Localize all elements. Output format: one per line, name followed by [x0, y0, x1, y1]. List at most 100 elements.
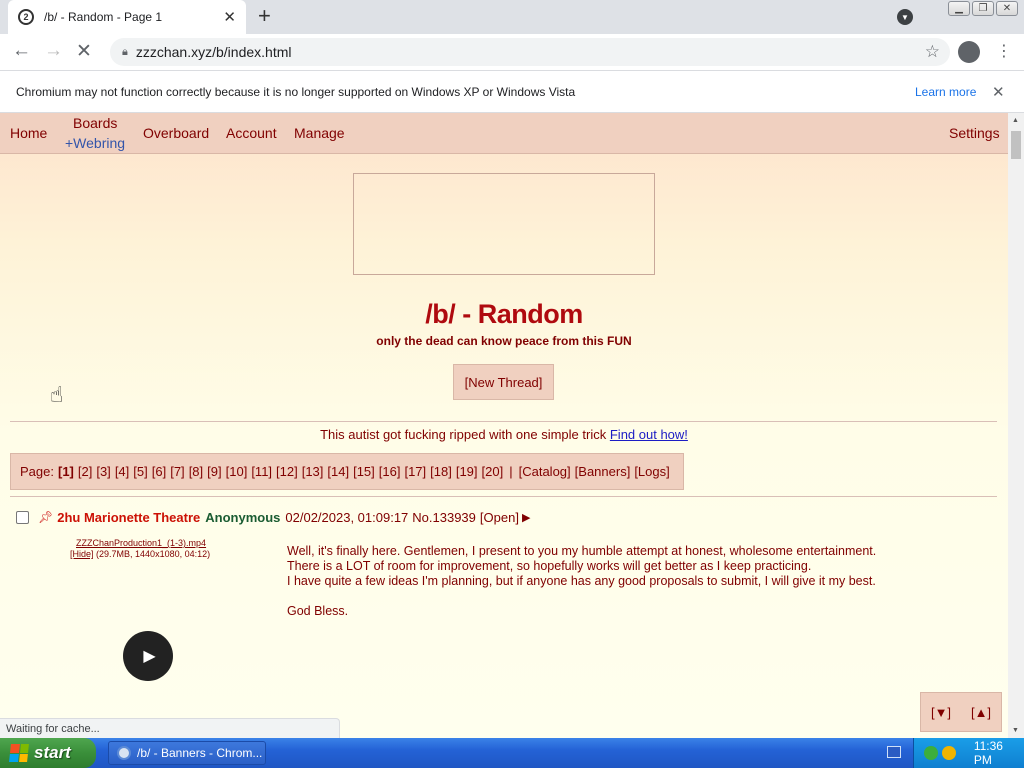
page-link[interactable]: [2]	[78, 464, 92, 479]
scroll-up-arrow-icon[interactable]: ▲	[1012, 117, 1019, 124]
page-link[interactable]: [15]	[353, 464, 375, 479]
taskbar-window-title: /b/ - Banners - Chrom...	[137, 746, 263, 760]
start-label: start	[34, 743, 71, 762]
catalog-link[interactable]: [Catalog]	[519, 464, 571, 479]
learn-more-link[interactable]: Learn more	[915, 85, 976, 99]
nav-overboard[interactable]: Overboard	[143, 125, 209, 141]
browser-menu-icon[interactable]: ⋮	[996, 41, 1012, 61]
post-line-break	[287, 589, 876, 604]
infobar-close-icon[interactable]: ✕	[992, 83, 1005, 101]
page-link[interactable]: [18]	[430, 464, 452, 479]
new-tab-icon[interactable]: +	[258, 5, 271, 27]
divider	[10, 421, 997, 422]
page-links: [1] [2] [3] [4] [5] [6] [7] [8] [9] [10] [11] [12] […	[58, 464, 507, 479]
lock-icon[interactable]: 🔒︎	[122, 46, 128, 59]
pagination-separator: |	[509, 464, 513, 479]
browser-toolbar: ← → ✕ 🔒︎ zzzchan.xyz/b/index.html ☆ ⋮	[0, 34, 1024, 71]
nav-manage[interactable]: Manage	[294, 125, 345, 141]
thread-header: 📌︎ 2hu Marionette Theatre Anonymous 02/0…	[16, 509, 530, 525]
page-link[interactable]: [9]	[207, 464, 221, 479]
post-line: God Bless.	[287, 604, 349, 618]
page-link[interactable]: [17]	[404, 464, 426, 479]
scroll-up-button[interactable]: [▲]	[971, 705, 991, 720]
page-link[interactable]: [5]	[133, 464, 147, 479]
window-controls: ▁ ❐ ✕	[948, 1, 1018, 16]
board-banner[interactable]	[353, 173, 655, 275]
page-link[interactable]: [6]	[152, 464, 166, 479]
tab-search-icon[interactable]: ▼	[897, 9, 913, 25]
pagination: Page: [1] [2] [3] [4] [5] [6] [7] [8] [9] [10] [11…	[10, 453, 684, 490]
tab-strip: 2 /b/ - Random - Page 1 ✕ + ▼ ▁ ❐ ✕	[0, 0, 1024, 34]
new-thread-button[interactable]: [New Thread]	[453, 364, 554, 400]
scrollbar-thumb[interactable]	[1011, 131, 1021, 159]
board-title: /b/ - Random	[425, 299, 583, 329]
announcement-text: This autist got fucking ripped with one …	[320, 427, 607, 442]
search-icon[interactable]	[941, 746, 956, 760]
page-link[interactable]: [1]	[58, 464, 74, 479]
page-scrollbar[interactable]: ▲ ▼	[1008, 113, 1024, 738]
divider	[10, 496, 997, 497]
video-play-button[interactable]: ▶	[123, 631, 173, 681]
page-link[interactable]: [8]	[189, 464, 203, 479]
network-icon[interactable]	[924, 746, 938, 760]
post-date: 02/02/2023, 01:09:17	[285, 509, 409, 525]
nav-account[interactable]: Account	[226, 125, 277, 141]
thread-subject: 2hu Marionette Theatre	[57, 509, 201, 525]
page-link[interactable]: [16]	[379, 464, 401, 479]
nav-home[interactable]: Home	[10, 125, 47, 141]
pagination-label: Page:	[20, 464, 54, 479]
site-nav: Home Boards +Webring Overboard Account M…	[0, 113, 1008, 154]
pin-icon: 📌︎	[38, 510, 54, 524]
announcement-link[interactable]: Find out how!	[610, 427, 688, 442]
minimize-icon[interactable]: ▁	[948, 1, 970, 16]
windows-logo-icon	[9, 744, 29, 762]
keyboard-icon[interactable]	[887, 746, 901, 758]
forward-icon[interactable]: →	[44, 40, 63, 62]
logs-link[interactable]: [Logs]	[634, 464, 669, 479]
nav-settings[interactable]: Settings	[949, 125, 1000, 141]
poster-name: Anonymous	[205, 509, 281, 525]
taskbar-window-button[interactable]: /b/ - Banners - Chrom...	[108, 741, 266, 765]
board-subtitle: only the dead can know peace from this F…	[376, 334, 632, 348]
scroll-down-arrow-icon[interactable]: ▼	[1012, 727, 1019, 734]
post-number[interactable]: No.133939	[412, 510, 476, 525]
scroll-nav: [▼] [▲]	[920, 692, 1002, 732]
page-link[interactable]: [4]	[115, 464, 129, 479]
window-close-icon[interactable]: ✕	[996, 1, 1018, 16]
page-link[interactable]: [11]	[251, 464, 272, 479]
post-select-checkbox[interactable]	[16, 510, 29, 524]
page-link[interactable]: [7]	[170, 464, 184, 479]
browser-tab[interactable]: 2 /b/ - Random - Page 1 ✕	[8, 0, 246, 34]
url-text: zzzchan.xyz/b/index.html	[135, 44, 292, 60]
back-icon[interactable]: ←	[12, 40, 31, 62]
start-button[interactable]: start	[0, 738, 96, 768]
tab-close-icon[interactable]: ✕	[223, 8, 236, 26]
page-link[interactable]: [3]	[96, 464, 110, 479]
page-link[interactable]: [13]	[302, 464, 324, 479]
post-line: I have quite a few ideas I'm planning, b…	[287, 574, 876, 588]
page-link[interactable]: [10]	[226, 464, 248, 479]
profile-avatar-icon[interactable]	[958, 41, 980, 63]
clock: 11:36 PM	[973, 739, 1003, 767]
system-tray: 11:36 PM	[913, 738, 1024, 768]
nav-boards[interactable]: Boards	[73, 115, 117, 131]
page-link[interactable]: [14]	[327, 464, 349, 479]
post-menu-icon[interactable]: ▶	[522, 511, 530, 524]
stop-loading-icon[interactable]: ✕	[76, 40, 92, 63]
scroll-down-button[interactable]: [▼]	[931, 705, 951, 720]
post-line: Well, it's finally here. Gentlemen, I pr…	[287, 544, 877, 558]
page-link[interactable]: [20]	[482, 464, 504, 479]
page-link[interactable]: [19]	[456, 464, 478, 479]
restore-icon[interactable]: ❐	[972, 1, 994, 16]
bookmark-star-icon[interactable]: ☆	[925, 42, 940, 62]
banners-link[interactable]: [Banners]	[575, 464, 631, 479]
file-info: ZZZChanProduction1_(1-3).mp4 [Hide] (29.…	[70, 538, 210, 560]
open-thread-link[interactable]: [Open]	[480, 510, 519, 525]
announcement: This autist got fucking ripped with one …	[0, 427, 1008, 442]
file-name-link[interactable]: ZZZChanProduction1_(1-3).mp4	[70, 538, 210, 549]
nav-webring[interactable]: +Webring	[65, 135, 125, 151]
hide-file-link[interactable]: [Hide]	[70, 549, 94, 559]
hand-cursor-icon: ☝	[50, 382, 64, 407]
page-link[interactable]: [12]	[276, 464, 298, 479]
address-bar[interactable]: 🔒︎ zzzchan.xyz/b/index.html ☆	[110, 38, 950, 66]
